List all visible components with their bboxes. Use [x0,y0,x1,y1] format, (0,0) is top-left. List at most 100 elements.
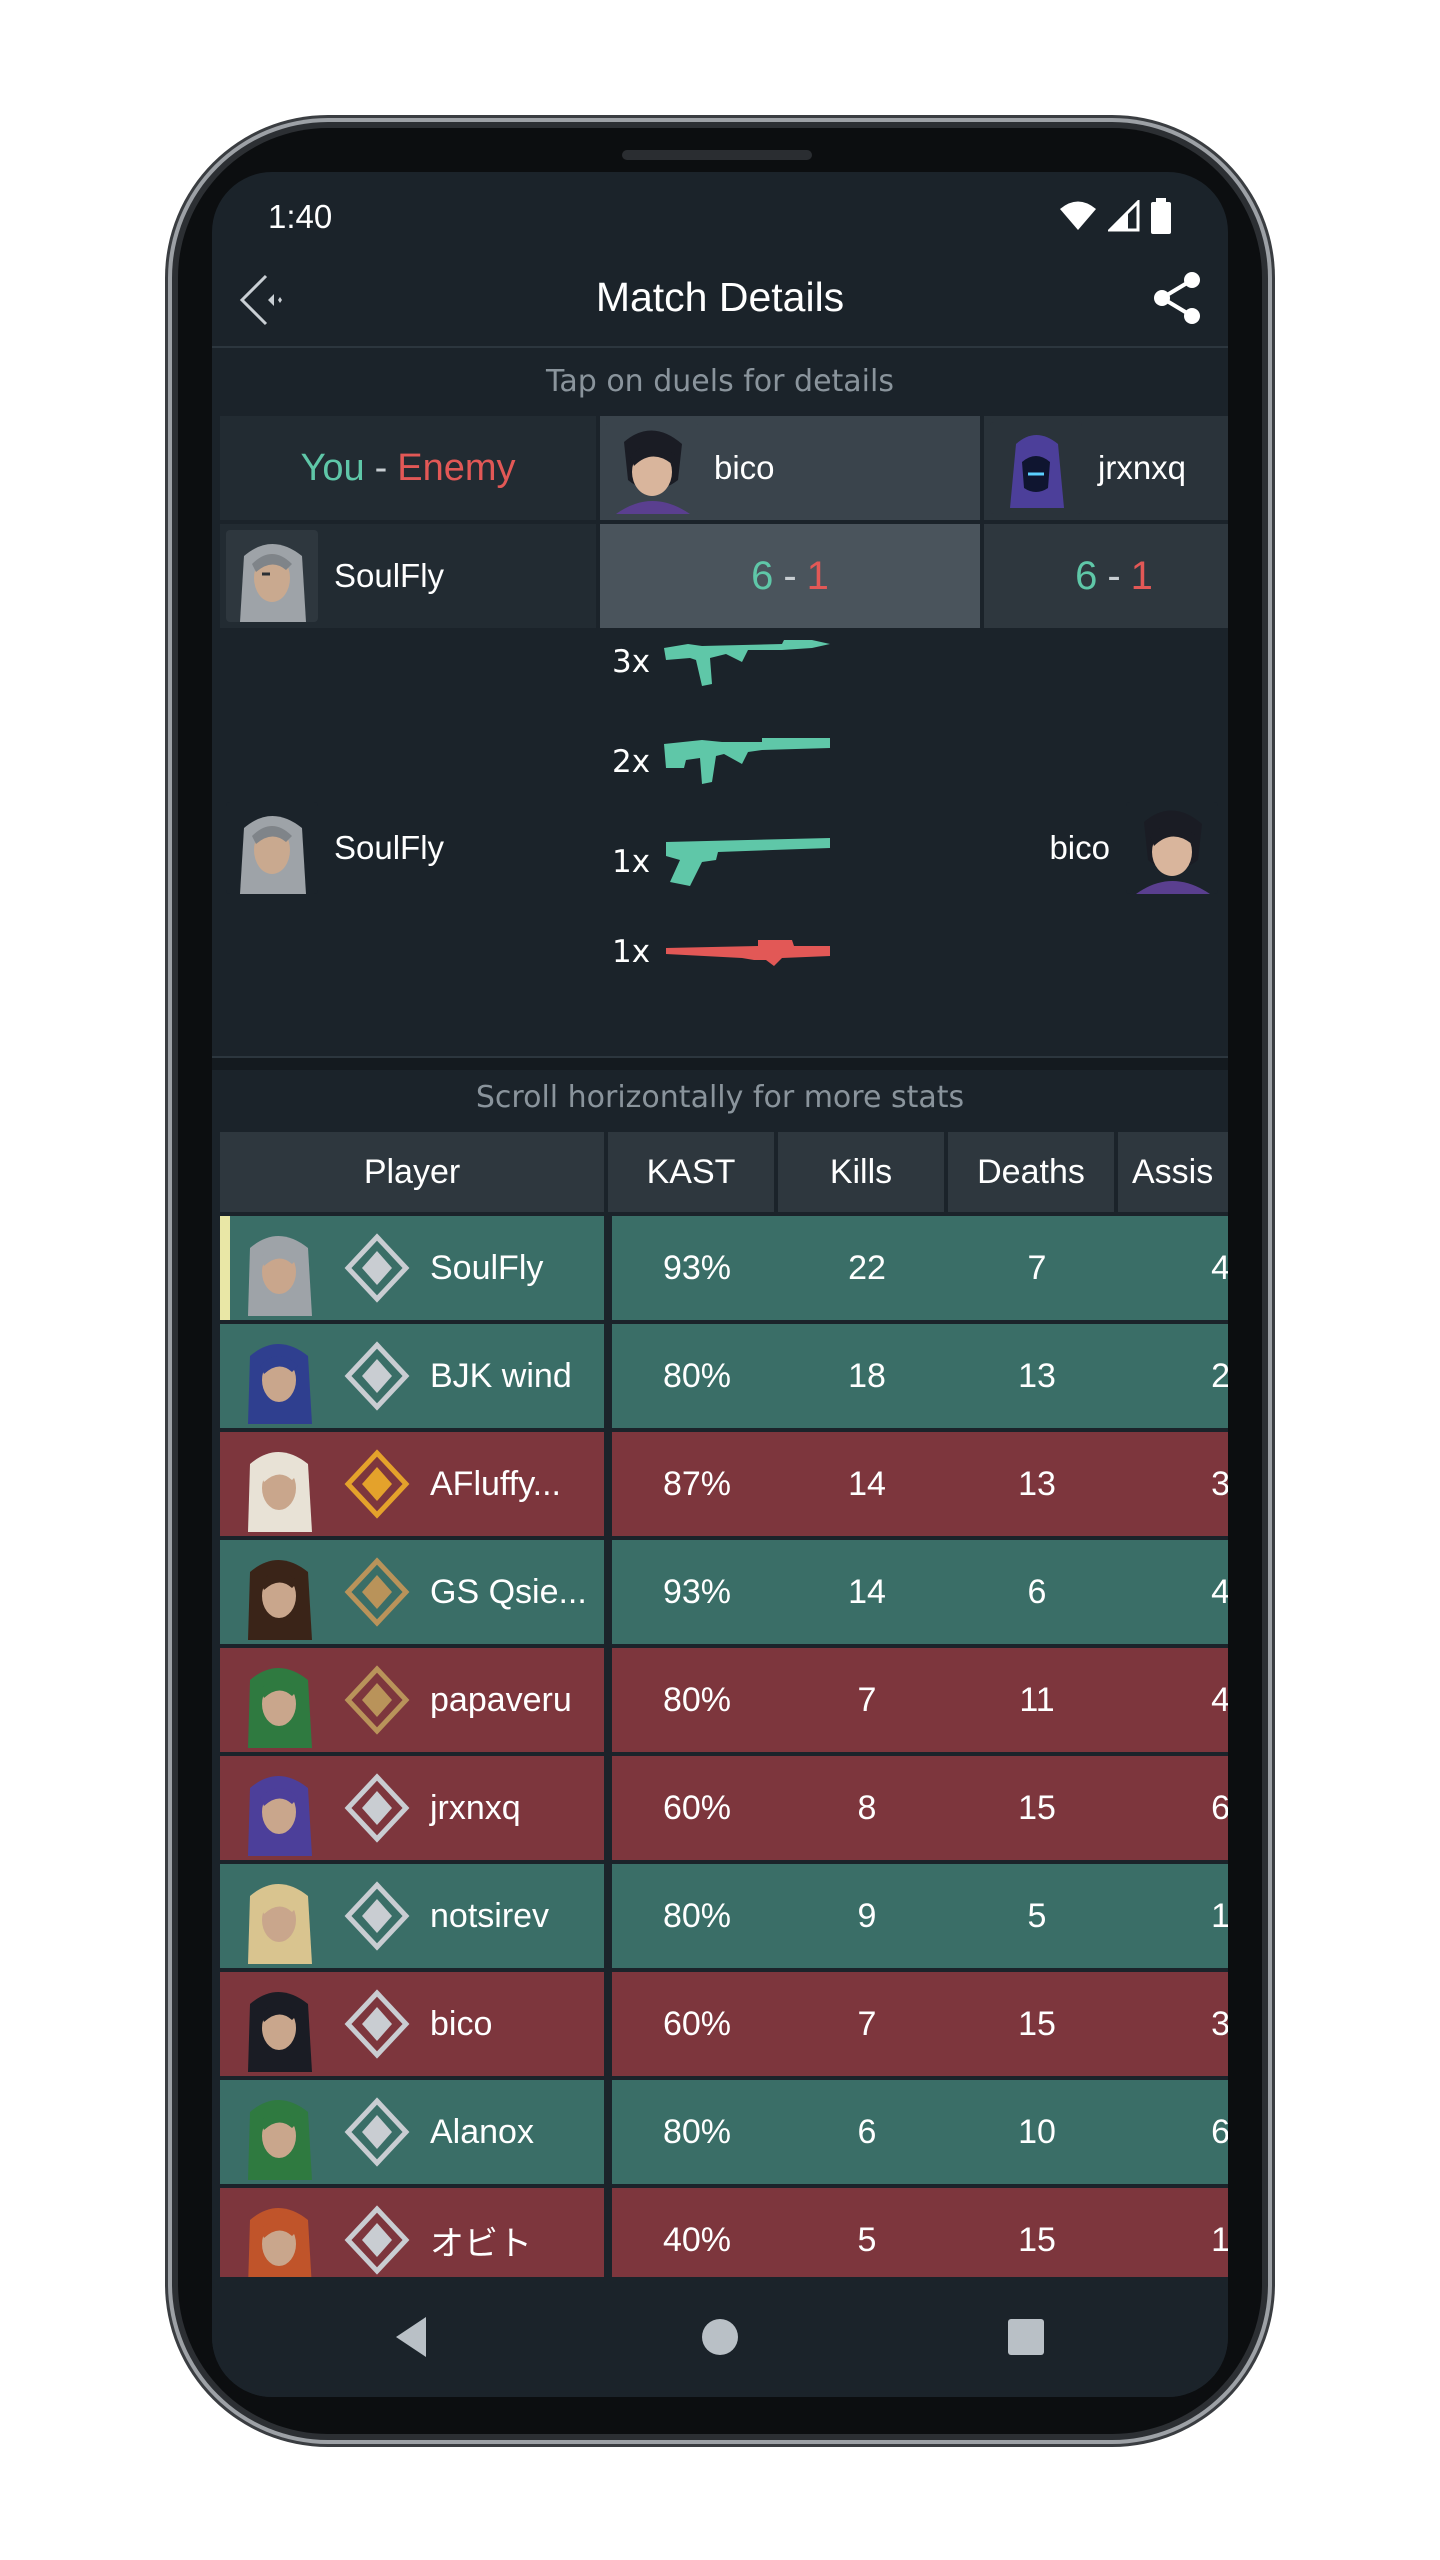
player-cell: BJK wind [220,1324,604,1428]
agent-avatar-icon [248,1776,312,1856]
table-row[interactable]: SoulFly 93% 22 7 4 [220,1216,1228,1320]
navigation-bar [212,2277,1228,2397]
table-row[interactable]: GS Qsie... 93% 14 6 4 [220,1540,1228,1644]
kast-value: 93% [612,1540,782,1644]
agent-avatar-icon [248,1884,312,1964]
duel-score-cell[interactable]: 6 - 1 [984,524,1228,628]
player-cell: Alanox [220,2080,604,2184]
table-row[interactable]: BJK wind 80% 18 13 2 [220,1324,1228,1428]
deaths-value: 13 [952,1324,1122,1428]
column-header-player[interactable]: Player [220,1132,604,1212]
deaths-value: 5 [952,1864,1122,1968]
duel-detail-player: SoulFly [220,802,444,894]
kast-value: 80% [612,1324,782,1428]
nav-recents-icon[interactable] [996,2307,1056,2367]
duel-detail: SoulFly 3x 2x 1x 1x bico [212,632,1228,1052]
agent-avatar-icon [226,530,318,622]
column-header-deaths[interactable]: Deaths [948,1132,1114,1212]
battery-icon [1151,198,1171,234]
player-name: SoulFly [430,1248,544,1287]
rank-icon [344,1881,410,1951]
kills-value: 6 [782,2080,952,2184]
agent-avatar-icon [248,2100,312,2180]
status-icons [1058,198,1172,234]
assists-value: 2 [1122,1324,1228,1428]
table-row[interactable]: notsirev 80% 9 5 1 [220,1864,1228,1968]
player-cell: GS Qsie... [220,1540,604,1644]
player-cell: notsirev [220,1864,604,1968]
deaths-value: 7 [952,1216,1122,1320]
player-name: papaveru [430,1680,572,1719]
section-divider [212,1056,1228,1070]
score-separator: - [1107,553,1121,598]
deaths-value: 11 [952,1648,1122,1752]
table-row[interactable]: AFluffy... 87% 14 13 3 [220,1432,1228,1536]
table-row[interactable]: papaveru 80% 7 11 4 [220,1648,1228,1752]
kast-value: 60% [612,1972,782,2076]
column-header-assists[interactable]: Assis [1118,1132,1228,1212]
weapon-kill-row: 1x [612,832,832,892]
player-name: GS Qsie... [430,1572,587,1611]
phone-side-button [170,430,178,760]
player-name: オビト [430,2224,532,2263]
rank-icon [344,1665,410,1735]
assists-value: 4 [1122,1648,1228,1752]
enemy-label: Enemy [397,446,516,489]
phone-power-button [1264,540,1272,680]
assists-value: 6 [1122,2080,1228,2184]
player-name: BJK wind [430,1356,572,1395]
agent-avatar-icon [248,1560,312,1640]
kills-value: 14 [782,1540,952,1644]
duels-hint: Tap on duels for details [546,364,894,399]
kast-value: 60% [612,1756,782,1860]
agent-avatar-icon [248,1452,312,1532]
table-row[interactable]: bico 60% 7 15 3 [220,1972,1228,2076]
table-row[interactable]: jrxnxq 60% 8 15 6 [220,1756,1228,1860]
wifi-icon [1060,201,1096,230]
kast-value: 80% [612,1864,782,1968]
assists-value: 3 [1122,1432,1228,1536]
current-player-marker [220,1216,230,1320]
deaths-value: 15 [952,1756,1122,1860]
kast-value: 93% [612,1216,782,1320]
agent-avatar-icon [248,2208,312,2288]
deaths-value: 10 [952,2080,1122,2184]
duel-score-cell[interactable]: 6 - 1 [600,524,980,628]
nav-home-icon[interactable] [690,2307,750,2367]
smg-icon [664,738,830,784]
column-header-kills[interactable]: Kills [778,1132,944,1212]
player-cell: AFluffy... [220,1432,604,1536]
deaths-value: 6 [952,1540,1122,1644]
deaths-value: 13 [952,1432,1122,1536]
player-name: jrxnxq [430,1788,521,1827]
duel-player-cell: SoulFly [220,524,596,628]
agent-avatar-icon [248,1668,312,1748]
duel-enemy-header[interactable]: jrxnxq [984,416,1228,520]
assists-value: 4 [1122,1216,1228,1320]
column-header-kast[interactable]: KAST [608,1132,774,1212]
rank-icon [344,1449,410,1519]
kills-value: 9 [782,1864,952,1968]
rank-icon [344,2205,410,2275]
player-name: notsirev [430,1896,550,1935]
duel-enemy-header[interactable]: bico [600,416,980,520]
weapon-kill-count: 3x [612,644,651,680]
stats-hint: Scroll horizontally for more stats [475,1080,965,1115]
duel-enemy-name: jrxnxq [1098,449,1187,486]
agent-avatar-icon [606,422,698,514]
player-name: bico [430,2004,493,2043]
duel-detail-player-name: SoulFly [334,829,445,866]
screen: 1:40 Match Details Tap on duels for deta… [212,172,1228,2397]
agent-avatar-icon [226,802,318,894]
duel-enemy-name: bico [714,449,775,486]
table-row[interactable]: Alanox 80% 6 10 6 [220,2080,1228,2184]
weapon-kill-count: 2x [612,744,651,780]
score-enemy: 1 [806,553,829,598]
rank-icon [344,1233,410,1303]
player-name: Alanox [430,2112,534,2151]
nav-back-icon[interactable] [382,2307,442,2367]
rank-icon [344,1989,410,2059]
share-icon[interactable] [1148,268,1208,328]
sniper-icon [666,940,830,966]
assists-value: 6 [1122,1756,1228,1860]
